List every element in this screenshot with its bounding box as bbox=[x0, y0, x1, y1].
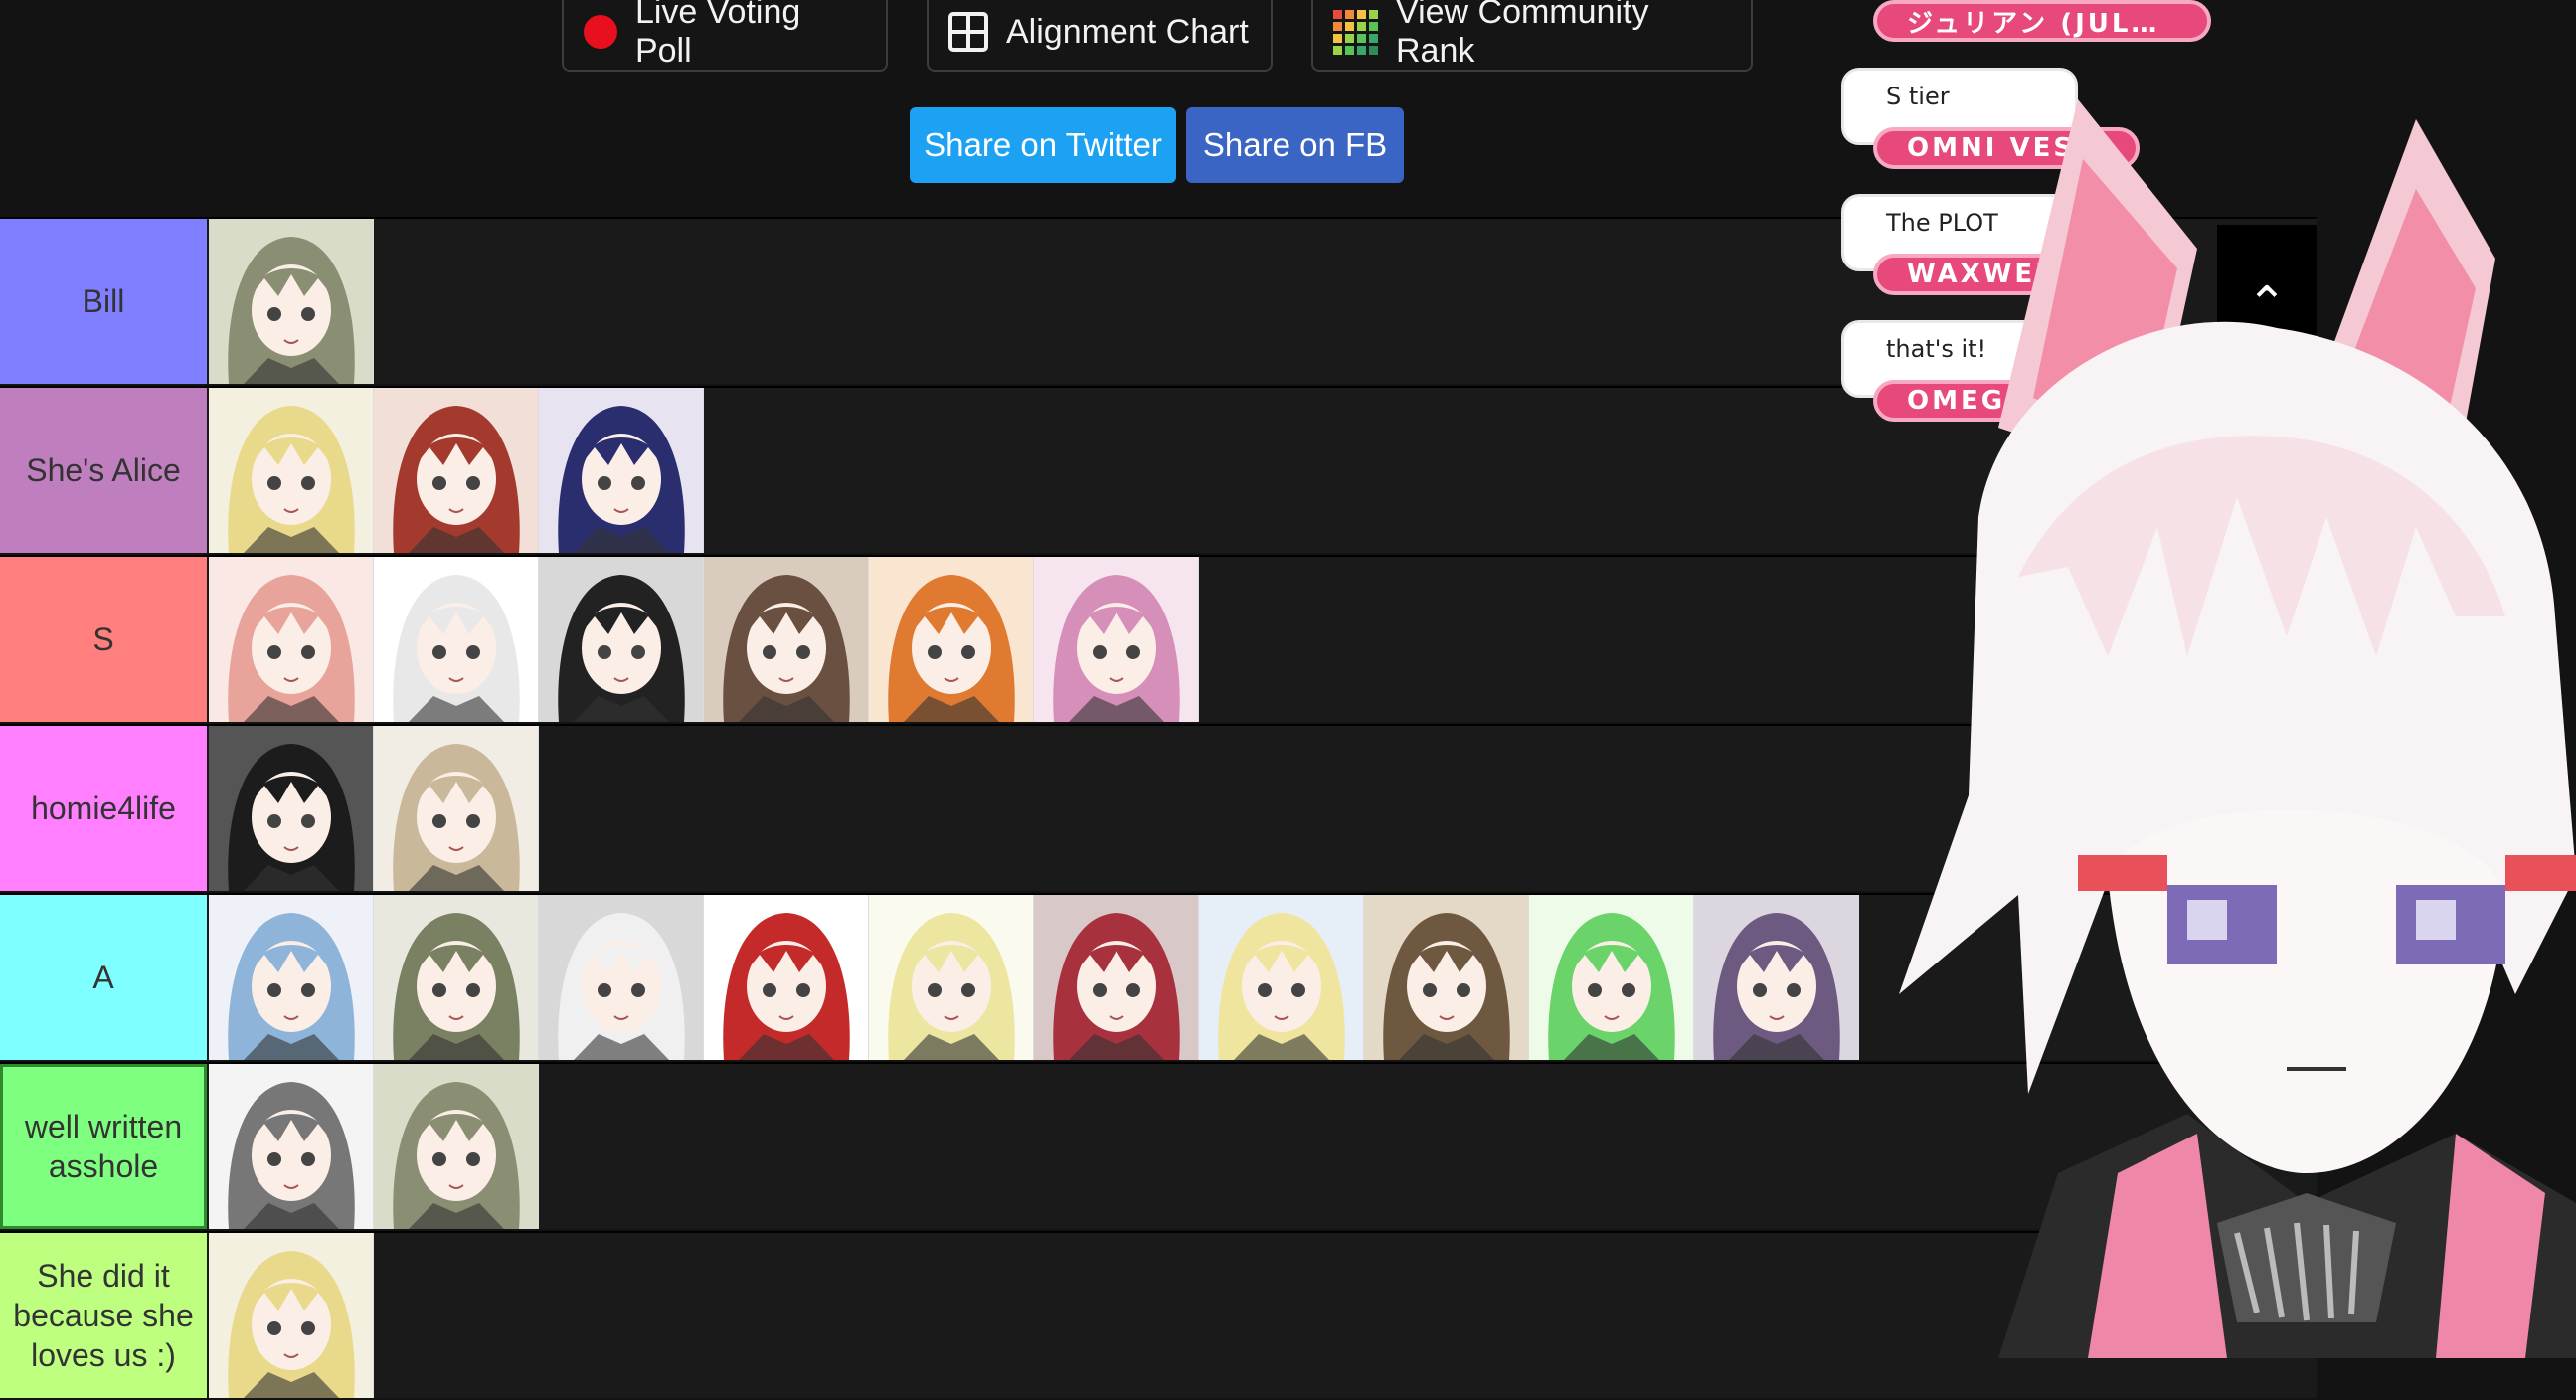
character-tile[interactable] bbox=[374, 388, 539, 553]
character-tile[interactable] bbox=[704, 895, 869, 1060]
tier-items bbox=[209, 895, 1859, 1060]
character-tile[interactable] bbox=[209, 726, 374, 891]
vtuber-avatar bbox=[1899, 99, 2576, 1358]
character-tile[interactable] bbox=[539, 895, 704, 1060]
tier-items bbox=[209, 219, 374, 384]
character-tile[interactable] bbox=[539, 557, 704, 722]
tier-items bbox=[209, 1233, 374, 1398]
character-tile[interactable] bbox=[1364, 895, 1529, 1060]
share-facebook-button[interactable]: Share on FB bbox=[1186, 107, 1404, 183]
character-tile[interactable] bbox=[374, 1064, 539, 1229]
character-tile[interactable] bbox=[374, 895, 539, 1060]
character-tile[interactable] bbox=[209, 895, 374, 1060]
alignment-chart-label: Alignment Chart bbox=[1006, 12, 1249, 51]
tier-items bbox=[209, 388, 704, 553]
character-tile[interactable] bbox=[704, 557, 869, 722]
character-tile[interactable] bbox=[209, 557, 374, 722]
tier-label[interactable]: homie4life bbox=[0, 726, 207, 891]
tier-items bbox=[209, 1064, 539, 1229]
character-tile[interactable] bbox=[539, 388, 704, 553]
tier-label[interactable]: Bill bbox=[0, 219, 207, 384]
view-community-rank-button[interactable]: View Community Rank bbox=[1311, 0, 1753, 72]
character-tile[interactable] bbox=[1694, 895, 1859, 1060]
view-community-rank-label: View Community Rank bbox=[1396, 0, 1649, 70]
character-tile[interactable] bbox=[869, 557, 1034, 722]
tier-items bbox=[209, 557, 1199, 722]
character-tile[interactable] bbox=[209, 219, 374, 384]
tier-label[interactable]: She's Alice bbox=[0, 388, 207, 553]
tier-label[interactable]: She did it because she loves us :) bbox=[0, 1233, 207, 1398]
character-tile[interactable] bbox=[1034, 557, 1199, 722]
tier-label[interactable]: well written asshole bbox=[0, 1064, 207, 1229]
share-twitter-button[interactable]: Share on Twitter bbox=[910, 107, 1176, 183]
character-tile[interactable] bbox=[374, 726, 539, 891]
live-voting-poll-button[interactable]: Live Voting Poll bbox=[562, 0, 888, 72]
tier-label[interactable]: A bbox=[0, 895, 207, 1060]
color-grid-icon bbox=[1333, 9, 1378, 55]
record-dot-icon bbox=[584, 15, 617, 49]
character-tile[interactable] bbox=[209, 1064, 374, 1229]
tier-items bbox=[209, 726, 539, 891]
alignment-chart-button[interactable]: Alignment Chart bbox=[927, 0, 1273, 72]
chat-username: ジュリアン (JUL… bbox=[1873, 0, 2211, 42]
character-tile[interactable] bbox=[209, 1233, 374, 1398]
character-tile[interactable] bbox=[1529, 895, 1694, 1060]
character-tile[interactable] bbox=[1199, 895, 1364, 1060]
live-voting-poll-label: Live Voting Poll bbox=[634, 0, 801, 70]
tier-label[interactable]: S bbox=[0, 557, 207, 722]
character-tile[interactable] bbox=[1034, 895, 1199, 1060]
grid-icon bbox=[948, 12, 988, 52]
character-tile[interactable] bbox=[209, 388, 374, 553]
character-tile[interactable] bbox=[374, 557, 539, 722]
character-tile[interactable] bbox=[869, 895, 1034, 1060]
